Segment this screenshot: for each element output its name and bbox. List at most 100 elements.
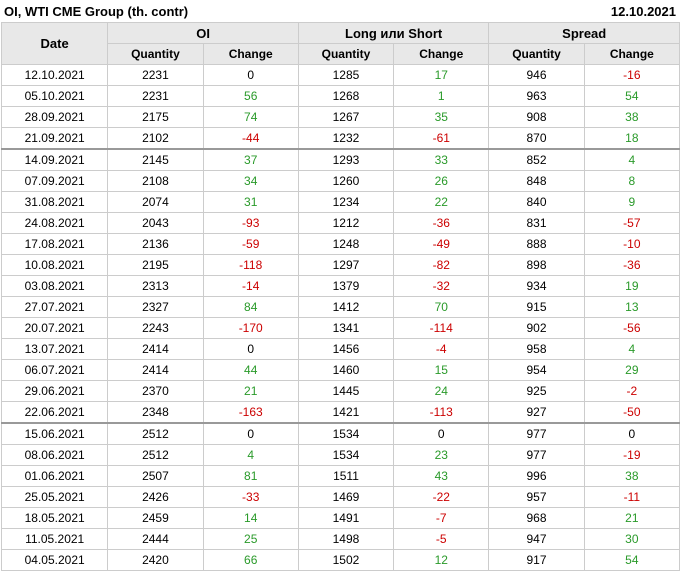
long-short-change-cell: -7 <box>393 507 490 529</box>
oi-change-cell: -14 <box>202 275 299 297</box>
spread-change-cell: 13 <box>583 296 680 318</box>
oi-change-cell: 81 <box>202 465 299 487</box>
spread-change-cell: 18 <box>583 127 680 150</box>
oi-quantity-cell: 2102 <box>107 127 204 150</box>
long-short-change-cell: 23 <box>393 444 490 466</box>
oi-change-cell: -59 <box>202 233 299 255</box>
table-row: 07.09.2021 2108 34 1260 26 848 8 <box>0 170 680 192</box>
oi-quantity-cell: 2426 <box>107 486 204 508</box>
table-row: 27.07.2021 2327 84 1412 70 915 13 <box>0 296 680 318</box>
oi-change-cell: 0 <box>202 422 299 445</box>
long-short-quantity-cell: 1267 <box>297 106 395 128</box>
spread-quantity-cell: 968 <box>488 507 585 529</box>
spread-change-header: Change <box>583 43 680 65</box>
table-row: 03.08.2021 2313 -14 1379 -32 934 19 <box>0 275 680 297</box>
long-short-quantity-cell: 1421 <box>297 401 395 424</box>
table-row: 20.07.2021 2243 -170 1341 -114 902 -56 <box>0 317 680 339</box>
long-short-quantity-cell: 1285 <box>297 64 395 86</box>
table-title: OI, WTI CME Group (th. contr) <box>4 3 189 19</box>
long-short-change-cell: -36 <box>393 212 490 234</box>
spread-quantity-cell: 831 <box>488 212 585 234</box>
date-cell: 15.06.2021 <box>0 422 109 445</box>
long-short-change-cell: -82 <box>393 254 490 276</box>
oi-quantity-cell: 2414 <box>107 338 204 360</box>
long-short-change-cell: 33 <box>393 148 490 171</box>
long-short-quantity-cell: 1412 <box>297 296 395 318</box>
oi-quantity-cell: 2348 <box>107 401 204 424</box>
oi-quantity-cell: 2420 <box>107 549 204 571</box>
spread-change-cell: -56 <box>583 317 680 339</box>
oi-change-cell: 34 <box>202 170 299 192</box>
spread-change-cell: 21 <box>583 507 680 529</box>
long-short-quantity-cell: 1498 <box>297 528 395 550</box>
oi-quantity-cell: 2136 <box>107 233 204 255</box>
long-short-change-cell: -61 <box>393 127 490 150</box>
long-short-quantity-cell: 1379 <box>297 275 395 297</box>
spread-quantity-cell: 996 <box>488 465 585 487</box>
date-cell: 06.07.2021 <box>0 359 109 381</box>
long-short-quantity-cell: 1445 <box>297 380 395 402</box>
spread-quantity-cell: 954 <box>488 359 585 381</box>
oi-quantity-cell: 2231 <box>107 64 204 86</box>
oi-change-cell: 56 <box>202 85 299 107</box>
long-short-change-cell: 0 <box>393 422 490 445</box>
spread-change-cell: 29 <box>583 359 680 381</box>
spread-quantity-cell: 840 <box>488 191 585 213</box>
oi-change-cell: 14 <box>202 507 299 529</box>
date-cell: 17.08.2021 <box>0 233 109 255</box>
spread-change-cell: 0 <box>583 422 680 445</box>
oi-table: Date OI Long или Short Spread Quantity C… <box>0 22 680 571</box>
long-short-quantity-cell: 1469 <box>297 486 395 508</box>
oi-change-cell: 44 <box>202 359 299 381</box>
long-short-change-cell: 12 <box>393 549 490 571</box>
long-short-quantity-cell: 1460 <box>297 359 395 381</box>
oi-quantity-cell: 2444 <box>107 528 204 550</box>
long-short-quantity-cell: 1268 <box>297 85 395 107</box>
date-cell: 03.08.2021 <box>0 275 109 297</box>
long-short-change-cell: -113 <box>393 401 490 424</box>
oi-change-cell: -44 <box>202 127 299 150</box>
oi-change-cell: -93 <box>202 212 299 234</box>
spread-change-cell: -11 <box>583 486 680 508</box>
long-short-quantity-cell: 1234 <box>297 191 395 213</box>
spread-quantity-cell: 958 <box>488 338 585 360</box>
table-row: 01.06.2021 2507 81 1511 43 996 38 <box>0 465 680 487</box>
oi-change-cell: 74 <box>202 106 299 128</box>
date-cell: 28.09.2021 <box>0 106 109 128</box>
table-row: 05.10.2021 2231 56 1268 1 963 54 <box>0 85 680 107</box>
long-short-group-header: Long или Short <box>297 22 490 44</box>
spread-change-cell: -16 <box>583 64 680 86</box>
spread-change-cell: 38 <box>583 465 680 487</box>
long-short-quantity-cell: 1491 <box>297 507 395 529</box>
spread-quantity-cell: 848 <box>488 170 585 192</box>
date-cell: 24.08.2021 <box>0 212 109 234</box>
oi-quantity-cell: 2108 <box>107 170 204 192</box>
spread-change-cell: 30 <box>583 528 680 550</box>
long-short-quantity-cell: 1297 <box>297 254 395 276</box>
table-row: 06.07.2021 2414 44 1460 15 954 29 <box>0 359 680 381</box>
table-row: 22.06.2021 2348 -163 1421 -113 927 -50 <box>0 401 680 424</box>
oi-change-cell: 4 <box>202 444 299 466</box>
oi-change-cell: 25 <box>202 528 299 550</box>
long-short-quantity-cell: 1260 <box>297 170 395 192</box>
spread-quantity-cell: 957 <box>488 486 585 508</box>
spread-quantity-cell: 977 <box>488 444 585 466</box>
oi-change-cell: 31 <box>202 191 299 213</box>
long-short-quantity-cell: 1341 <box>297 317 395 339</box>
oi-change-header: Change <box>202 43 299 65</box>
long-short-quantity-cell: 1534 <box>297 422 395 445</box>
long-short-change-cell: -5 <box>393 528 490 550</box>
oi-change-cell: -170 <box>202 317 299 339</box>
table-row: 31.08.2021 2074 31 1234 22 840 9 <box>0 191 680 213</box>
long-short-quantity-cell: 1293 <box>297 148 395 171</box>
oi-quantity-cell: 2512 <box>107 422 204 445</box>
spread-change-cell: -19 <box>583 444 680 466</box>
spread-quantity-cell: 888 <box>488 233 585 255</box>
long-short-change-cell: -114 <box>393 317 490 339</box>
table-row: 18.05.2021 2459 14 1491 -7 968 21 <box>0 507 680 529</box>
date-cell: 04.05.2021 <box>0 549 109 571</box>
spread-quantity-cell: 917 <box>488 549 585 571</box>
spread-quantity-cell: 963 <box>488 85 585 107</box>
spread-quantity-cell: 925 <box>488 380 585 402</box>
spread-change-cell: -50 <box>583 401 680 424</box>
